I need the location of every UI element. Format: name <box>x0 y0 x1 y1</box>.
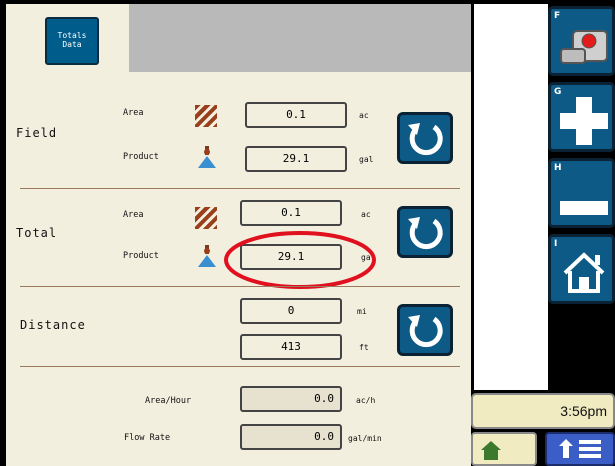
total-label: Total <box>16 226 58 240</box>
distance-mi-unit: mi <box>357 307 367 316</box>
menu-nav-button[interactable] <box>545 432 615 466</box>
field-area-value: 0.1 <box>245 102 347 128</box>
field-label: Field <box>16 126 58 140</box>
distance-reset-button[interactable] <box>397 304 453 356</box>
softkey-i-label: I <box>554 239 558 249</box>
field-reset-button[interactable] <box>397 112 453 164</box>
field-product-label: Product <box>123 152 159 162</box>
total-area-label: Area <box>123 210 144 220</box>
section-divider <box>20 188 460 189</box>
home-icon <box>481 441 501 460</box>
total-area-unit: ac <box>361 210 371 219</box>
area-hour-label: Area/Hour <box>145 396 192 406</box>
flow-rate-label: Flow Rate <box>124 433 171 443</box>
tab-label-line2: Data <box>62 40 82 49</box>
tab-totals-data[interactable]: Totals Data <box>6 4 129 72</box>
total-reset-button[interactable] <box>397 206 453 258</box>
reset-arrow-icon <box>408 217 443 250</box>
distance-label: Distance <box>20 318 86 332</box>
home-nav-button[interactable] <box>471 432 537 466</box>
softkey-h-minus-button[interactable]: H <box>548 158 615 228</box>
area-hour-unit: ac/h <box>356 396 376 405</box>
clock-display: 3:56pm <box>471 393 615 429</box>
field-product-value: 29.1 <box>245 146 347 172</box>
flow-rate-value: 0.0 <box>240 424 342 450</box>
total-product-label: Product <box>123 251 159 261</box>
layout-menu-icon <box>559 439 601 458</box>
reset-arrow-icon <box>408 315 443 348</box>
field-product-unit: gal <box>359 155 374 164</box>
product-nozzle-icon <box>198 146 216 168</box>
field-area-label: Area <box>123 108 144 118</box>
section-divider <box>20 366 460 367</box>
switch-icon <box>560 30 608 64</box>
totals-data-tab-button[interactable]: Totals Data <box>45 17 99 65</box>
reset-arrow-icon <box>408 123 443 156</box>
softkey-i-home-button[interactable]: I <box>548 234 615 304</box>
tab-bar: Totals Data <box>6 4 471 72</box>
softkey-g-plus-button[interactable]: G <box>548 82 615 152</box>
minus-icon <box>560 201 608 215</box>
tab-label-line1: Totals <box>57 31 87 40</box>
product-nozzle-icon <box>198 245 216 267</box>
main-panel: Totals Data Field Area 0.1 ac Product 29… <box>6 4 471 466</box>
right-blank-panel <box>474 4 548 390</box>
distance-mi-value: 0 <box>240 298 342 324</box>
home-icon <box>563 252 605 293</box>
softkey-f-label: F <box>554 11 561 21</box>
area-hour-value: 0.0 <box>240 386 342 412</box>
field-area-unit: ac <box>359 111 369 120</box>
softkey-f-button[interactable]: F <box>548 6 615 76</box>
section-divider <box>20 286 460 287</box>
area-hatch-icon <box>195 105 217 127</box>
plus-icon <box>560 97 608 145</box>
distance-ft-value: 413 <box>240 334 342 360</box>
area-hatch-icon <box>195 207 217 229</box>
total-area-value: 0.1 <box>240 200 342 226</box>
distance-ft-unit: ft <box>359 343 369 352</box>
red-highlight-ellipse <box>224 231 376 289</box>
flow-rate-unit: gal/min <box>348 434 382 443</box>
